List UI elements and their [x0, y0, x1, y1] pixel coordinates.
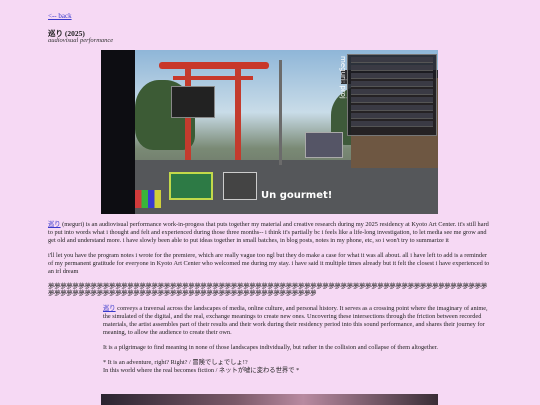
utility-pole [279, 60, 282, 165]
torii-top-beam [159, 62, 269, 69]
quote-line: In this world where the real becomes fic… [103, 366, 300, 374]
description: 巡り (meguri) is an audiovisual performanc… [48, 221, 493, 375]
back-link[interactable]: <-- back [48, 12, 72, 20]
title-link[interactable]: 巡り [103, 305, 116, 312]
video-clip-window [223, 172, 257, 200]
dark-panel [101, 50, 135, 214]
overlay-caption: Un gourmet! [261, 190, 333, 201]
video-clip-window [171, 86, 215, 118]
paragraph-text: conveys a traversal across the landscape… [103, 305, 488, 337]
paragraph: 巡り (meguri) is an audiovisual performanc… [48, 221, 493, 245]
quote-block: * It is an adventure, right? Right? / 冒険… [103, 359, 488, 375]
panel-row [351, 97, 433, 103]
panel-row [351, 65, 433, 71]
panel-row [351, 121, 433, 127]
performance-still-image: meguri: proj Un gourmet! [101, 50, 438, 214]
color-histogram [135, 190, 161, 208]
torii-pillar-right [235, 68, 241, 160]
program-notes: 巡り conveys a traversal across the landsc… [103, 305, 488, 337]
panel-row [351, 81, 433, 87]
program-notes-paragraph: It is a pilgrimage to find meaning in no… [103, 344, 438, 352]
panel-row [351, 57, 433, 63]
vertical-label: meguri: proj [339, 56, 347, 99]
video-clip-window [169, 172, 213, 200]
panel-row [351, 113, 433, 119]
paragraph: i'll let you have the program notes i wr… [48, 251, 490, 275]
page-subtitle: audiovisual performance [48, 37, 114, 44]
video-clip-window [305, 132, 343, 158]
title-link[interactable]: 巡り [48, 221, 61, 228]
second-performance-still-image [101, 394, 438, 405]
dream-repeat-line: 夢夢夢夢夢夢夢夢夢夢夢夢夢夢夢夢夢夢夢夢夢夢夢夢夢夢夢夢夢夢夢夢夢夢夢夢夢夢夢夢… [48, 282, 487, 298]
quote-line: * It is an adventure, right? Right? / 冒険… [103, 358, 248, 366]
panel-row [351, 105, 433, 111]
panel-row [351, 89, 433, 95]
software-parameter-panel [347, 54, 437, 136]
paragraph-text: (meguri) is an audiovisual performance w… [48, 221, 489, 244]
panel-row [351, 73, 433, 79]
